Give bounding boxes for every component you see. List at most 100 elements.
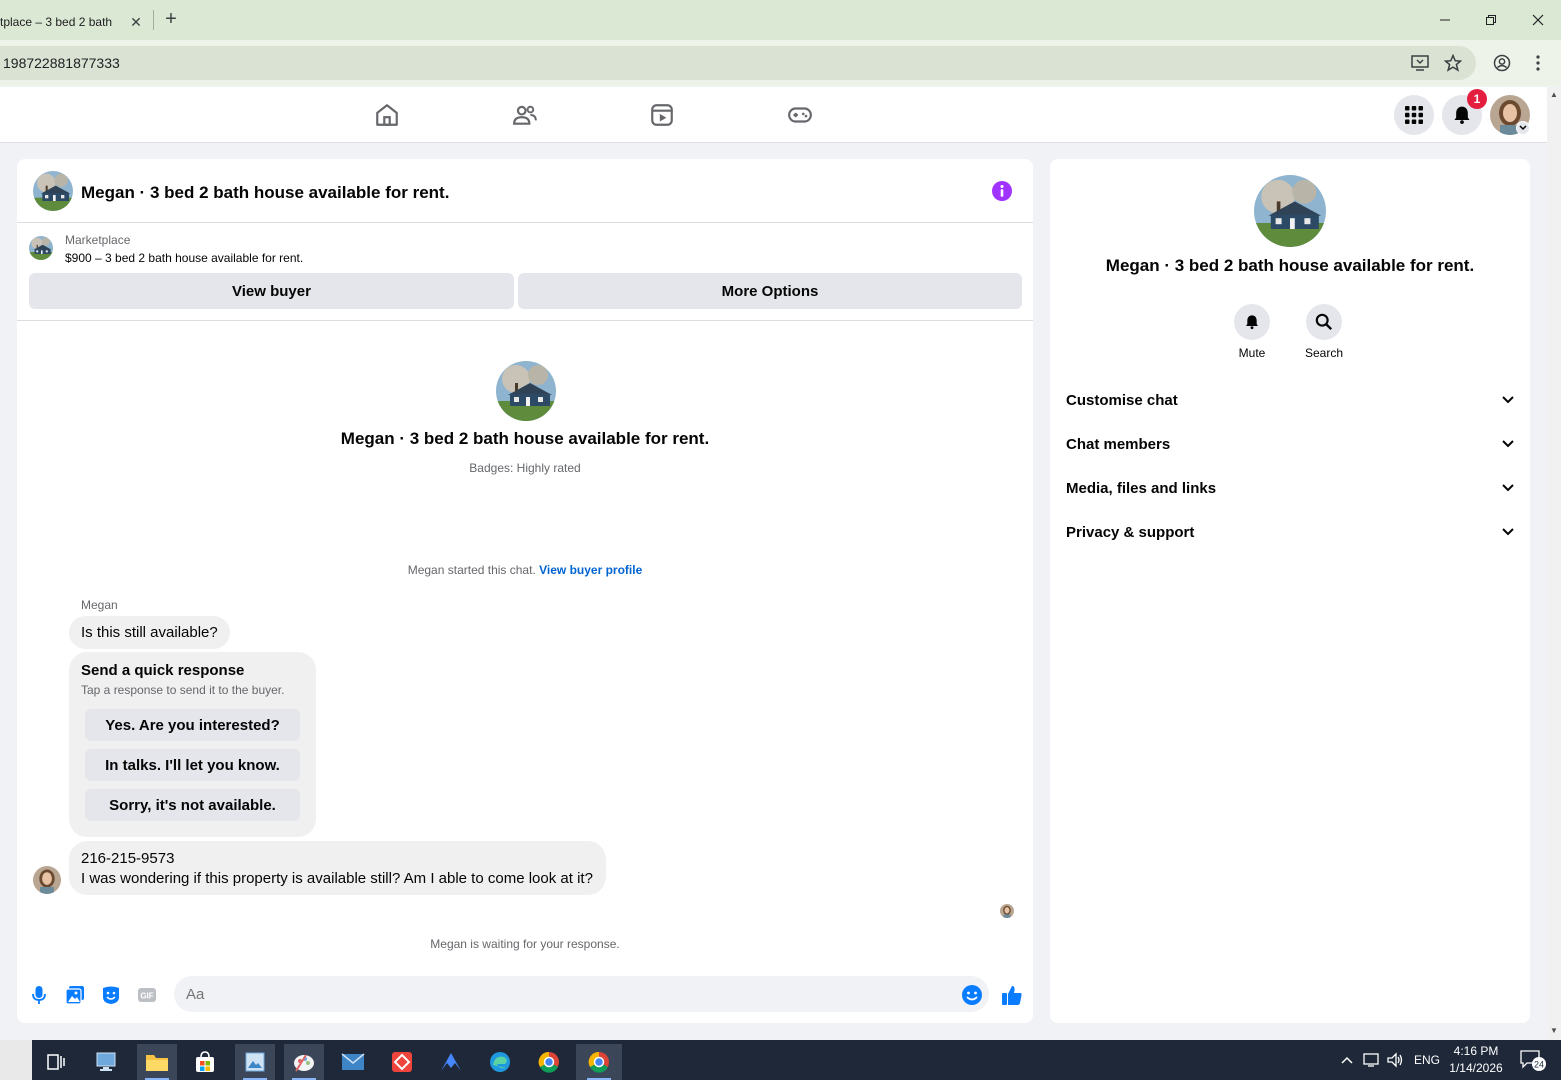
- section-customise-chat[interactable]: Customise chat: [1066, 378, 1514, 422]
- listing-title[interactable]: $900 – 3 bed 2 bath house available for …: [65, 251, 303, 265]
- taskbar-clock[interactable]: 4:16 PM 1/14/2026: [1440, 1043, 1512, 1077]
- chevron-down-icon: [1502, 396, 1514, 404]
- chrome-icon[interactable]: [576, 1044, 622, 1080]
- browser-tab[interactable]: tplace – 3 bed 2 bath ✕: [0, 4, 152, 40]
- chrome-profile-icon[interactable]: [529, 1044, 569, 1080]
- view-buyer-button[interactable]: View buyer: [29, 273, 514, 309]
- bookmark-star-icon[interactable]: [1442, 52, 1464, 74]
- message-phone: 216-215-9573: [81, 850, 175, 867]
- sticker-icon[interactable]: [99, 983, 123, 1007]
- quick-response-subtitle: Tap a response to send it to the buyer.: [81, 683, 285, 697]
- video-icon[interactable]: [648, 101, 676, 129]
- friends-icon[interactable]: [511, 101, 539, 129]
- browser-tab-bar: tplace – 3 bed 2 bath ✕ +: [0, 0, 1561, 40]
- quick-response-card: Send a quick response Tap a response to …: [69, 652, 316, 837]
- info-icon[interactable]: [992, 181, 1012, 201]
- notification-count: 24: [1534, 1060, 1544, 1070]
- chat-started-notice: Megan started this chat. View buyer prof…: [17, 563, 1033, 577]
- thread-name: Megan · 3 bed 2 bath house available for…: [340, 429, 710, 448]
- chevron-down-icon: [1502, 440, 1514, 448]
- mute-button[interactable]: Mute: [1222, 304, 1282, 360]
- tab-separator: [153, 10, 154, 30]
- install-app-icon[interactable]: [1409, 52, 1431, 74]
- task-view-icon[interactable]: [36, 1044, 76, 1080]
- home-icon[interactable]: [373, 101, 401, 129]
- mail-icon[interactable]: [333, 1044, 373, 1080]
- gaming-icon[interactable]: [786, 101, 814, 129]
- panel-avatar[interactable]: [1254, 175, 1326, 247]
- notification-count-badge: 1: [1467, 89, 1487, 109]
- chat-avatar[interactable]: [33, 171, 73, 211]
- action-center-icon[interactable]: 24: [1519, 1040, 1547, 1080]
- gif-icon[interactable]: GIF: [135, 983, 159, 1007]
- chat-title[interactable]: Megan · 3 bed 2 bath house available for…: [81, 183, 449, 203]
- photo-viewer-icon[interactable]: [235, 1044, 275, 1080]
- section-media-files-links[interactable]: Media, files and links: [1066, 466, 1514, 510]
- minimize-icon[interactable]: [1422, 0, 1468, 40]
- photo-icon[interactable]: [63, 983, 87, 1007]
- listing-source: Marketplace: [65, 233, 131, 247]
- close-window-icon[interactable]: [1515, 0, 1561, 40]
- facebook-top-nav: [0, 87, 1547, 143]
- panel-chat-name: Megan · 3 bed 2 bath house available for…: [1105, 256, 1475, 275]
- emoji-icon[interactable]: [960, 983, 984, 1007]
- clock-time: 4:16 PM: [1453, 1044, 1499, 1058]
- section-privacy-support[interactable]: Privacy & support: [1066, 510, 1514, 554]
- browser-menu-icon[interactable]: [1527, 52, 1549, 74]
- network-icon[interactable]: [1363, 1040, 1381, 1080]
- scroll-up-icon[interactable]: ▲: [1549, 90, 1559, 100]
- message-composer: GIF: [17, 971, 1033, 1023]
- microphone-icon[interactable]: [27, 983, 51, 1007]
- grid-icon: [1405, 106, 1423, 124]
- restore-icon[interactable]: [1468, 0, 1514, 40]
- paint-icon[interactable]: [284, 1044, 324, 1080]
- message-bubble: 216-215-9573 I was wondering if this pro…: [69, 841, 606, 895]
- store-icon[interactable]: [185, 1044, 225, 1080]
- file-explorer-icon[interactable]: [137, 1044, 177, 1080]
- volume-icon[interactable]: [1387, 1040, 1405, 1080]
- svg-text:GIF: GIF: [140, 992, 153, 1001]
- windows-taskbar: ENG 4:16 PM 1/14/2026 24: [0, 1040, 1561, 1080]
- more-options-button[interactable]: More Options: [518, 273, 1022, 309]
- tab-close-icon[interactable]: ✕: [128, 14, 144, 30]
- quick-response-in-talks-button[interactable]: In talks. I'll let you know.: [85, 749, 300, 781]
- edge-icon[interactable]: [480, 1044, 520, 1080]
- chat-header: Megan · 3 bed 2 bath house available for…: [17, 159, 1033, 223]
- chat-info-panel: Megan · 3 bed 2 bath house available for…: [1050, 159, 1530, 1023]
- tab-title: tplace – 3 bed 2 bath: [0, 15, 113, 29]
- mute-label: Mute: [1238, 346, 1266, 360]
- message-input[interactable]: [174, 976, 989, 1012]
- input-language[interactable]: ENG: [1414, 1040, 1440, 1080]
- url-field[interactable]: 198722881877333: [0, 46, 1476, 80]
- page-scrollbar[interactable]: [1547, 87, 1561, 1040]
- new-tab-button[interactable]: +: [161, 9, 181, 30]
- section-label: Privacy & support: [1066, 523, 1195, 541]
- sender-avatar[interactable]: [33, 866, 61, 894]
- menu-grid-button[interactable]: [1394, 95, 1434, 135]
- taskbar-left-edge: [0, 1040, 32, 1080]
- search-button[interactable]: Search: [1294, 304, 1354, 360]
- anydesk-icon[interactable]: [382, 1044, 422, 1080]
- section-chat-members[interactable]: Chat members: [1066, 422, 1514, 466]
- quick-response-not-available-button[interactable]: Sorry, it's not available.: [85, 789, 300, 821]
- listing-thumbnail[interactable]: [29, 236, 53, 260]
- quick-response-yes-button[interactable]: Yes. Are you interested?: [85, 709, 300, 741]
- like-thumbs-up-icon[interactable]: [1000, 983, 1024, 1007]
- profile-icon[interactable]: [1491, 52, 1513, 74]
- scroll-down-icon[interactable]: ▼: [1549, 1026, 1559, 1036]
- nordvpn-icon[interactable]: [431, 1044, 471, 1080]
- chevron-down-icon: [1502, 528, 1514, 536]
- message-bubble: Is this still available?: [69, 616, 230, 649]
- view-buyer-profile-link[interactable]: View buyer profile: [539, 563, 642, 577]
- chevron-down-icon[interactable]: [1516, 121, 1530, 135]
- thread-avatar[interactable]: [496, 361, 556, 421]
- section-label: Chat members: [1066, 435, 1171, 453]
- search-label: Search: [1304, 346, 1344, 360]
- bell-icon: [1454, 106, 1470, 124]
- marketplace-listing-bar: Marketplace $900 – 3 bed 2 bath house av…: [17, 223, 1033, 321]
- badges-text: Badges: Highly rated: [469, 461, 581, 475]
- url-text: 198722881877333: [3, 55, 120, 71]
- address-bar-row: 198722881877333: [0, 40, 1561, 86]
- this-pc-icon[interactable]: [87, 1044, 127, 1080]
- show-hidden-icons[interactable]: [1340, 1040, 1354, 1080]
